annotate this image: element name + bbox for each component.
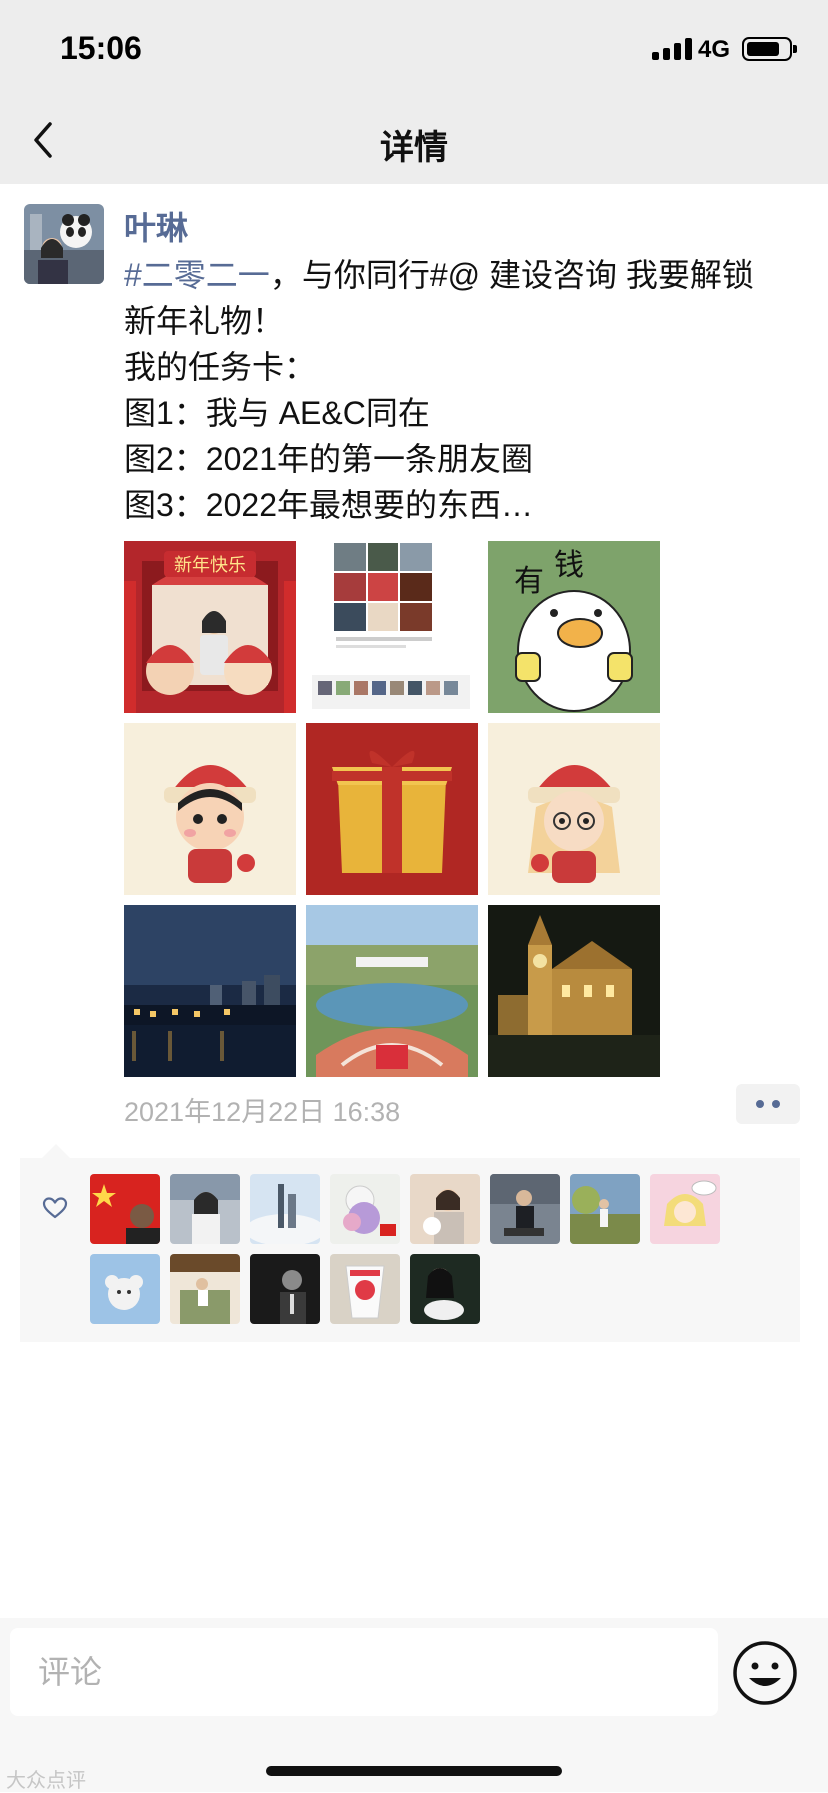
svg-text:钱: 钱 [554, 548, 584, 583]
liker-avatar[interactable] [90, 1254, 160, 1324]
page-title: 详情 [380, 129, 448, 167]
status-time: 15:06 [60, 30, 142, 66]
more-options-button[interactable] [736, 1084, 800, 1124]
home-indicator [266, 1766, 562, 1776]
photo-aerial-park[interactable] [306, 905, 478, 1077]
dot-icon [772, 1100, 780, 1108]
liker-avatar[interactable] [330, 1174, 400, 1244]
photo-rich-duck-sticker[interactable]: 有 钱 [488, 541, 660, 713]
liker-avatars [90, 1174, 730, 1324]
post-text-line: 我的任务卡： [124, 349, 317, 385]
liker-avatar[interactable] [170, 1254, 240, 1324]
comment-input[interactable] [10, 1628, 718, 1716]
photo-gift-box[interactable] [306, 723, 478, 895]
post-text-line: #二零二一，与你同行#@ 建设咨询 我要解锁 [124, 257, 754, 293]
liker-avatar[interactable] [250, 1174, 320, 1244]
photo-moments-collage[interactable] [306, 541, 478, 713]
likes-panel [20, 1144, 800, 1342]
liker-avatar[interactable] [410, 1174, 480, 1244]
heart-icon [42, 1197, 68, 1219]
liker-avatar[interactable] [410, 1254, 480, 1324]
liker-avatar[interactable] [330, 1254, 400, 1324]
dot-icon [756, 1100, 764, 1108]
hashtag-link[interactable]: #二零二一 [124, 257, 270, 293]
liker-avatar[interactable] [490, 1174, 560, 1244]
photo-new-year-booth[interactable]: 新年快乐 [124, 541, 296, 713]
author-name[interactable]: 叶琳 [124, 203, 188, 249]
author-avatar[interactable] [24, 204, 104, 284]
signal-icon [652, 38, 692, 60]
comment-bar: 大众点评 [0, 1618, 828, 1792]
photo-lion-girl-cartoon[interactable] [488, 723, 660, 895]
post-text-line: 图2：2021年的第一条朋友圈 [124, 441, 533, 477]
svg-text:新年快乐: 新年快乐 [174, 555, 246, 576]
svg-text:有: 有 [514, 564, 544, 599]
network-type: 4G [698, 36, 731, 63]
smiley-icon [733, 1641, 797, 1705]
post-text-line: 新年礼物！ [124, 303, 285, 339]
photo-night-skyline[interactable] [124, 905, 296, 1077]
photo-night-castle[interactable] [488, 905, 660, 1077]
nav-bar: 详情 [0, 96, 828, 184]
watermark: 大众点评 [6, 1770, 86, 1792]
photo-lion-boy-cartoon[interactable] [124, 723, 296, 895]
post-text: #二零二一，与你同行#@ 建设咨询 我要解锁 新年礼物！ 我的任务卡： 图1：我… [124, 252, 804, 528]
post-timestamp: 2021年12月22日 16:38 [124, 1097, 401, 1127]
liker-avatar[interactable] [570, 1174, 640, 1244]
battery-icon [742, 37, 797, 61]
status-bar: 15:06 4G [0, 0, 828, 96]
liker-avatar[interactable] [650, 1174, 720, 1244]
photo-grid: 新年快乐 有 钱 [124, 541, 660, 1077]
liker-avatar[interactable] [170, 1174, 240, 1244]
post-text-line: 图3：2022年最想要的东西… [124, 487, 533, 523]
post-text-line: 图1：我与 AE&C同在 [124, 395, 430, 431]
emoji-button[interactable] [730, 1638, 800, 1708]
liker-avatar[interactable] [250, 1254, 320, 1324]
liker-avatar[interactable] [90, 1174, 160, 1244]
